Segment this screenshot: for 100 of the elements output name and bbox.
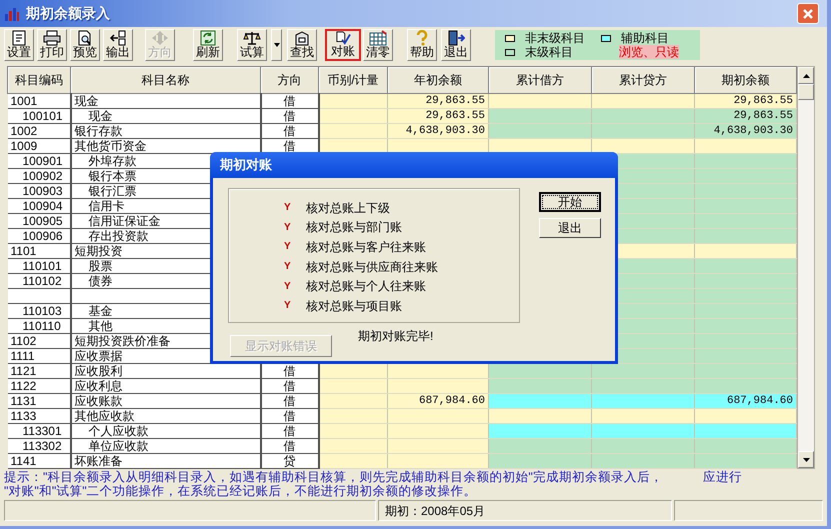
table-cell: 1131 — [8, 394, 70, 408]
up-arrow-icon — [802, 74, 810, 78]
table-cell: 现金 — [70, 108, 260, 124]
table-cell: 100901 — [8, 154, 70, 168]
scales-icon — [243, 30, 261, 46]
cabinet-icon — [293, 30, 311, 46]
status-period: 期初：2008年05月 — [378, 500, 672, 521]
check-mark: Y — [284, 220, 292, 235]
check-mark: Y — [284, 260, 292, 274]
scrollbar-thumb[interactable] — [798, 84, 814, 100]
table-cell: 单位应收款 — [70, 438, 260, 454]
table-cell: 113302 — [8, 438, 70, 454]
column-header[interactable]: 期初余额 — [694, 66, 796, 94]
table-cell — [318, 378, 388, 394]
toolbar-button[interactable]: 打印 — [37, 29, 67, 61]
scroll-up-button[interactable] — [798, 67, 814, 84]
table-cell: 个人应收款 — [70, 424, 260, 438]
hint-text: 应进行 — [702, 471, 742, 484]
table-cell: 借 — [260, 424, 318, 438]
toolbar-button[interactable]: 帮助 — [407, 29, 437, 61]
table-cell: 110110 — [8, 318, 70, 334]
scroll-down-button[interactable] — [798, 451, 814, 468]
check-mark: Y — [284, 240, 292, 254]
table-cell: 100902 — [8, 168, 70, 184]
export-arrow-icon — [109, 30, 127, 46]
column-header[interactable]: 累计贷方 — [592, 66, 694, 94]
table-cell: 借 — [260, 108, 318, 124]
table-cell — [318, 94, 388, 108]
table-cell — [8, 288, 70, 304]
status-message: 期初对账完毕! — [358, 328, 434, 345]
toolbar-button[interactable]: 清零 — [363, 29, 393, 61]
table-cell: 4,638,903.30 — [694, 124, 796, 138]
table-cell: 29,863.55 — [694, 94, 796, 108]
dialog-button[interactable]: 退出 — [539, 218, 601, 238]
table-cell: 现金 — [70, 94, 260, 108]
toolbar-button[interactable]: 预览 — [70, 29, 100, 61]
toolbar-button[interactable]: 退出 — [441, 29, 471, 61]
dropdown-button[interactable] — [271, 29, 282, 61]
column-header[interactable]: 币别/计量 — [318, 66, 388, 94]
table-cell: 29,863.55 — [388, 108, 488, 124]
door-icon — [447, 30, 465, 46]
table-cell: 坏账准备 — [70, 454, 260, 468]
toolbar-button[interactable]: 查找 — [287, 29, 317, 61]
down-arrow-icon — [802, 458, 810, 462]
table-cell — [318, 408, 388, 424]
toolbar-button[interactable]: 对账 — [325, 29, 361, 61]
table-cell: 1101 — [8, 244, 70, 258]
table-cell: 687,984.60 — [694, 394, 796, 408]
column-header[interactable]: 年初余额 — [388, 66, 488, 94]
table-cell: 1121 — [8, 364, 70, 378]
column-header[interactable]: 科目编码 — [8, 66, 70, 94]
legend-label: 辅助科目 — [621, 31, 669, 45]
help-icon — [415, 30, 429, 46]
close-button[interactable] — [797, 3, 819, 24]
toolbar-button[interactable]: 试算 — [237, 29, 267, 61]
column-header[interactable]: 累计借方 — [488, 66, 592, 94]
bar-chart-icon — [4, 6, 20, 22]
table-cell: 29,863.55 — [694, 108, 796, 124]
check-label: 核对总账与客户往来账 — [306, 238, 426, 256]
vertical-scrollbar[interactable] — [797, 66, 815, 469]
table-cell — [318, 124, 388, 138]
legend-label: 末级科目 — [525, 45, 573, 59]
table-cell: 贷 — [260, 454, 318, 468]
close-icon — [802, 8, 814, 20]
table-cell: 1009 — [8, 138, 70, 154]
column-header[interactable]: 科目名称 — [70, 66, 260, 94]
toolbar-button[interactable]: 输出 — [103, 29, 133, 61]
legend-label: 非末级科目 — [525, 31, 585, 45]
toolbar-button[interactable]: 设置 — [4, 29, 34, 61]
column-header[interactable]: 方向 — [260, 66, 318, 94]
document-magnifier-icon — [77, 30, 93, 46]
check-mark: Y — [284, 299, 292, 314]
table-cell — [318, 424, 388, 438]
check-label: 核对总账上下级 — [306, 200, 390, 217]
grid-icon — [369, 30, 387, 46]
check-mark: Y — [284, 280, 292, 294]
table-cell: 1111 — [8, 348, 70, 364]
table-cell — [318, 438, 388, 454]
check-label: 核对总账与个人往来账 — [306, 278, 426, 296]
table-cell: 1001 — [8, 94, 70, 108]
table-cell: 29,863.55 — [388, 94, 488, 108]
table-cell: 113301 — [8, 424, 70, 438]
printer-icon — [43, 30, 61, 46]
table-cell: 应收利息 — [70, 378, 260, 394]
mode-label: 浏览、只读 — [619, 45, 679, 59]
table-cell: 1002 — [8, 124, 70, 138]
table-cell: 100101 — [8, 108, 70, 124]
table-cell — [318, 108, 388, 124]
table-cell: 借 — [260, 364, 318, 378]
table-cell: 借 — [260, 94, 318, 108]
toolbar-button[interactable]: 刷新 — [193, 29, 223, 61]
table-cell: 4,638,903.30 — [388, 124, 488, 138]
check-label: 核对总账与供应商往来账 — [306, 258, 438, 276]
dialog-button[interactable]: 开始 — [539, 192, 601, 212]
table-cell: 其他应收款 — [70, 408, 260, 424]
check-mark: Y — [284, 201, 292, 216]
table-cell: 1141 — [8, 454, 70, 468]
table-cell: 100904 — [8, 198, 70, 214]
table-cell: 110102 — [8, 274, 70, 288]
table-cell: 应收股利 — [70, 364, 260, 378]
